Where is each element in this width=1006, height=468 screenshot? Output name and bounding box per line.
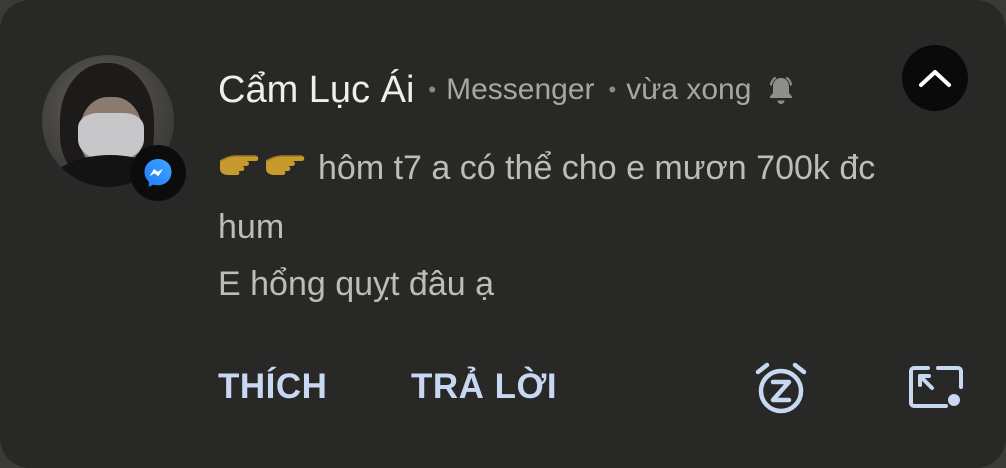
app-name: Messenger <box>446 73 595 106</box>
picture-in-picture-icon <box>909 366 963 408</box>
reply-button[interactable]: TRẢ LỜI <box>411 362 557 412</box>
messenger-icon <box>130 145 186 201</box>
picture-in-picture-button[interactable] <box>908 364 964 410</box>
separator-dot: • <box>608 77 617 102</box>
avatar-mask <box>78 113 144 161</box>
message-line: hum <box>218 207 285 246</box>
pointing-right-emoji <box>218 142 308 199</box>
message-line: E hổng quỵt đâu ạ <box>218 264 495 303</box>
like-button[interactable]: THÍCH <box>218 362 327 412</box>
snooze-alarm-icon <box>755 362 807 414</box>
sender-name: Cẩm Lục Ái <box>218 68 415 111</box>
timestamp: vừa xong <box>626 73 752 106</box>
message-line: hôm t7 a có thể cho e mươn 700k đc <box>218 140 978 199</box>
sender-avatar <box>42 55 186 201</box>
message-body: hôm t7 a có thể cho e mươn 700k đc hum E… <box>218 140 978 313</box>
notification-header: Cẩm Lục Ái • Messenger • vừa xong <box>218 62 795 118</box>
collapse-button[interactable] <box>902 45 968 111</box>
bell-icon <box>767 75 795 105</box>
snooze-button[interactable] <box>752 360 810 418</box>
notification-card[interactable]: Cẩm Lục Ái • Messenger • vừa xong hôm t7… <box>0 0 1006 468</box>
separator-dot: • <box>428 77 437 102</box>
message-text: hôm t7 a có thể cho e mươn 700k đc <box>318 149 876 187</box>
chevron-up-icon <box>919 70 951 87</box>
